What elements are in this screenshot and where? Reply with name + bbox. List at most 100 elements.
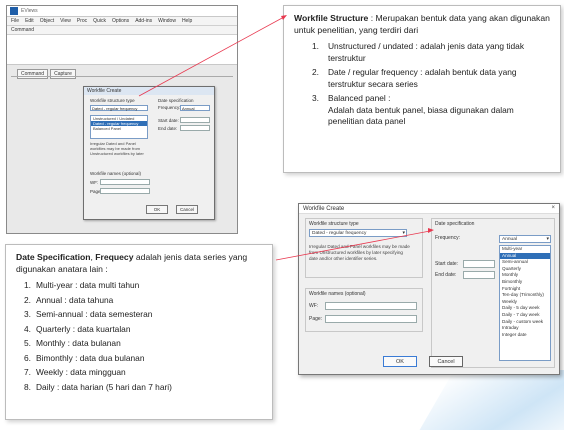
menu-help[interactable]: Help bbox=[182, 18, 192, 24]
list-text: Balanced panel : bbox=[328, 93, 391, 103]
frequency-option[interactable]: Multi-year bbox=[500, 246, 550, 253]
frequency-list: 1. Multi-year : data multi tahun 2. Annual… bbox=[16, 280, 262, 393]
close-icon[interactable]: × bbox=[551, 205, 555, 211]
list-number: 4. bbox=[24, 323, 31, 334]
frequency-option[interactable]: Quarterly bbox=[500, 266, 550, 273]
large-wf-label: WF: bbox=[309, 303, 319, 309]
small-end-input[interactable] bbox=[180, 125, 210, 131]
date-intro: Date Specification, Frequecy adalah jeni… bbox=[16, 251, 262, 275]
list-item: 5. Monthly : data bulanan bbox=[16, 338, 262, 350]
frequency-option[interactable]: Fortnight bbox=[500, 286, 550, 293]
menu-object[interactable]: Object bbox=[40, 18, 54, 24]
list-item: 2. Date / regular frequency : adalah bent… bbox=[294, 67, 550, 90]
workfile-create-dialog-large: Workfile Create × Workfile structure typ… bbox=[298, 203, 560, 375]
small-date-spec-label: Date specification bbox=[158, 98, 194, 103]
list-text: Annual : data tahuna bbox=[36, 294, 114, 305]
list-item: 1. Multi-year : data multi tahun bbox=[16, 280, 262, 292]
large-end-input[interactable] bbox=[463, 271, 495, 279]
small-frequency-value: Annual bbox=[182, 106, 195, 111]
large-start-input[interactable] bbox=[463, 260, 495, 268]
small-wf-input[interactable] bbox=[100, 179, 150, 185]
large-wf-input[interactable] bbox=[325, 302, 417, 310]
list-number: 5. bbox=[24, 338, 31, 348]
cancel-button[interactable]: Cancel bbox=[429, 356, 463, 367]
list-item: 1. Unstructured / undated : adalah jenis … bbox=[294, 41, 550, 64]
list-detail: Adalah data bentuk panel, biasa digunaka… bbox=[328, 104, 514, 127]
list-item: 2. Annual : data tahuna bbox=[16, 295, 262, 307]
menu-window[interactable]: Window bbox=[158, 18, 176, 24]
list-text-group: Balanced panel : Adalah data bentuk panel… bbox=[328, 93, 550, 128]
large-structure-select[interactable]: Dated - regular frequency ▾ bbox=[309, 229, 407, 237]
large-names-label: Workfile names (optional) bbox=[309, 291, 366, 297]
menu-proc[interactable]: Proc bbox=[77, 18, 87, 24]
menu-file[interactable]: File bbox=[11, 18, 19, 24]
workfile-create-dialog-small: Workfile Create Workfile structure type … bbox=[83, 86, 215, 220]
small-structure-option[interactable]: Balanced Panel bbox=[91, 126, 147, 131]
frequency-option[interactable]: Daily - 7 day week bbox=[500, 312, 550, 319]
list-text: Weekly : data mingguan bbox=[36, 367, 126, 377]
large-frequency-value: Annual bbox=[502, 237, 517, 242]
ok-button[interactable]: OK bbox=[383, 356, 417, 367]
large-page-label: Page: bbox=[309, 316, 323, 322]
list-text: Daily : data harian (5 hari dan 7 hari) bbox=[36, 381, 172, 392]
frequency-option[interactable]: Annual bbox=[500, 252, 550, 260]
list-number: 3. bbox=[312, 93, 319, 103]
list-item: 7. Weekly : data mingguan bbox=[16, 367, 262, 379]
tab-command[interactable]: Command bbox=[17, 69, 49, 79]
large-dialog-title: Workfile Create bbox=[299, 204, 559, 214]
eviews-logo-icon bbox=[10, 7, 18, 15]
list-number: 3. bbox=[24, 309, 31, 319]
list-number: 6. bbox=[24, 352, 31, 363]
large-end-label: End date: bbox=[435, 272, 457, 278]
list-number: 2. bbox=[312, 67, 319, 77]
list-text: Quarterly : data kuartalan bbox=[36, 323, 131, 334]
slide-canvas: EViews File Edit Object View Proc Quick … bbox=[0, 0, 564, 430]
large-page-input[interactable] bbox=[325, 315, 417, 323]
small-names-label: Workfile names (optional) bbox=[90, 171, 141, 176]
structure-intro: Workfile Structure : Merupakan bentuk da… bbox=[294, 12, 550, 36]
tab-capture[interactable]: Capture bbox=[50, 69, 76, 79]
large-frequency-select[interactable]: Annual ▾ bbox=[499, 235, 551, 243]
frequency-option[interactable]: Daily - 5 day week bbox=[500, 305, 550, 312]
frequency-option[interactable]: Ten-day (Trimonthly) bbox=[500, 292, 550, 299]
small-ok-button[interactable]: OK bbox=[146, 205, 168, 214]
small-cancel-button[interactable]: Cancel bbox=[176, 205, 198, 214]
tab-divider bbox=[11, 76, 233, 77]
command-area[interactable] bbox=[7, 35, 237, 65]
large-frequency-label: Frequency: bbox=[435, 235, 461, 241]
frequency-option[interactable]: Monthly bbox=[500, 272, 550, 279]
frequency-option[interactable]: Integer date bbox=[500, 332, 550, 339]
large-date-spec-label: Date specification bbox=[435, 221, 475, 227]
small-description: Irregular Dated and Panel workfiles may … bbox=[90, 141, 144, 157]
small-frequency-select[interactable]: Annual bbox=[180, 105, 210, 111]
small-end-label: End date: bbox=[158, 126, 178, 131]
frequency-option[interactable]: Weekly bbox=[500, 299, 550, 306]
small-structure-select[interactable]: Dated - regular frequency bbox=[90, 105, 148, 111]
list-text: Unstructured / undated : adalah jenis da… bbox=[328, 41, 525, 63]
menu-view[interactable]: View bbox=[60, 18, 71, 24]
frequency-option[interactable]: Intraday bbox=[500, 325, 550, 332]
callout-workfile-structure: Workfile Structure : Merupakan bentuk da… bbox=[283, 5, 561, 173]
callout-date-specification: Date Specification, Frequecy adalah jeni… bbox=[5, 244, 273, 420]
small-page-input[interactable] bbox=[100, 188, 150, 194]
menu-addins[interactable]: Add-ins bbox=[135, 18, 152, 24]
menu-options[interactable]: Options bbox=[112, 18, 129, 24]
large-structure-label: Workfile structure type bbox=[309, 221, 359, 227]
frequency-option[interactable]: Daily - custom week bbox=[500, 319, 550, 326]
menu-quick[interactable]: Quick bbox=[93, 18, 106, 24]
small-start-label: Start date: bbox=[158, 118, 179, 123]
frequency-option[interactable]: Bimonthly bbox=[500, 279, 550, 286]
small-start-input[interactable] bbox=[180, 117, 210, 123]
menu-edit[interactable]: Edit bbox=[25, 18, 34, 24]
list-item: 3. Semi-annual : data semesteran bbox=[16, 309, 262, 321]
frequency-option[interactable]: Semi-annual bbox=[500, 259, 550, 266]
command-label: Command bbox=[7, 26, 237, 35]
small-frequency-label: Frequency: bbox=[158, 105, 181, 110]
structure-list: 1. Unstructured / undated : adalah jenis … bbox=[294, 41, 550, 128]
chevron-down-icon: ▾ bbox=[546, 236, 549, 242]
small-structure-value: Dated - regular frequency bbox=[92, 106, 138, 111]
app-tabs: Command Capture bbox=[17, 69, 76, 79]
small-structure-options: Unstructured / Undated Dated - regular f… bbox=[90, 115, 148, 139]
list-text: Semi-annual : data semesteran bbox=[36, 309, 153, 319]
list-text: Bimonthly : data dua bulanan bbox=[36, 352, 145, 363]
